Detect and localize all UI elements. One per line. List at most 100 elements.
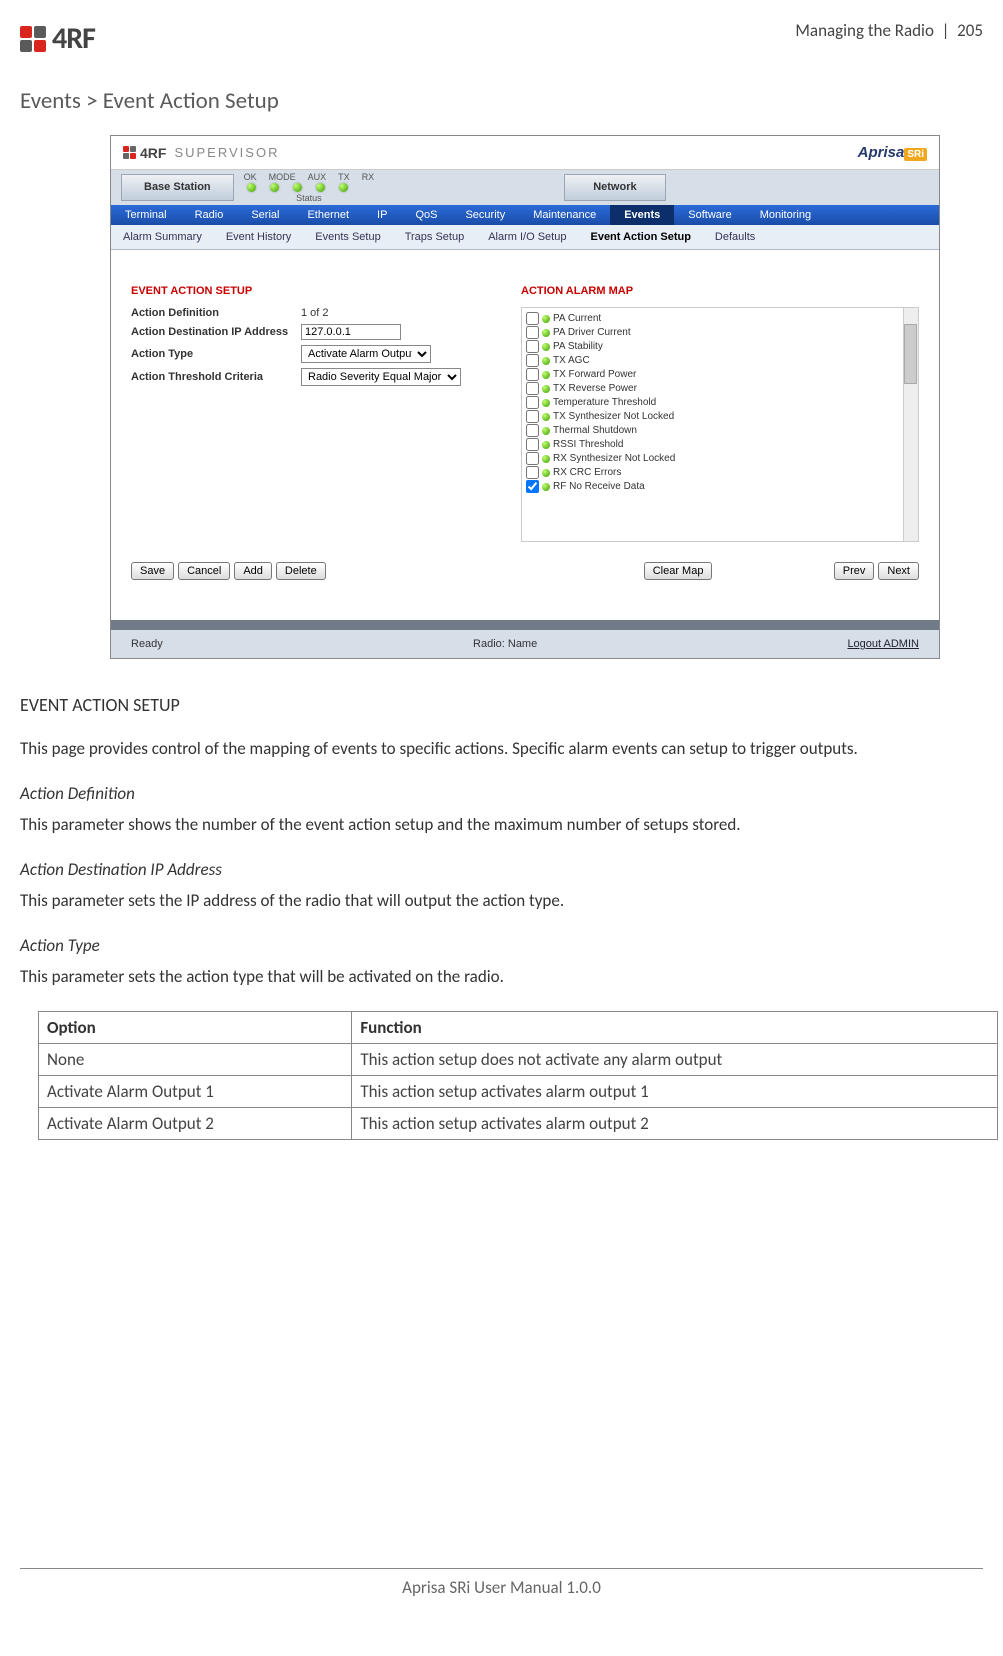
subtab-traps-setup[interactable]: Traps Setup (393, 228, 477, 246)
tab-terminal[interactable]: Terminal (111, 205, 181, 225)
alarm-checkbox[interactable] (526, 424, 539, 437)
ss-setup-title: EVENT ACTION SETUP (131, 285, 471, 297)
ss-device-button[interactable]: Base Station (121, 174, 234, 201)
alarm-map-item[interactable]: TX Forward Power (526, 368, 914, 381)
tab-ip[interactable]: IP (363, 205, 401, 225)
alarm-checkbox[interactable] (526, 396, 539, 409)
status-dot-icon (542, 427, 550, 435)
status-dot-icon (542, 441, 550, 449)
ss-left-panel: EVENT ACTION SETUP Action Definition 1 o… (131, 285, 471, 542)
ss-footer-status: Ready Radio: Name Logout ADMIN (111, 630, 939, 658)
subtab-alarm-i-o-setup[interactable]: Alarm I/O Setup (476, 228, 578, 246)
tab-monitoring[interactable]: Monitoring (746, 205, 825, 225)
thresh-select[interactable]: Radio Severity Equal Major (301, 368, 461, 386)
status-dot-icon (542, 315, 550, 323)
tab-maintenance[interactable]: Maintenance (519, 205, 610, 225)
alarm-map-item[interactable]: PA Stability (526, 340, 914, 353)
subtab-alarm-summary[interactable]: Alarm Summary (111, 228, 214, 246)
subtab-events-setup[interactable]: Events Setup (303, 228, 392, 246)
prev-button[interactable]: Prev (834, 562, 875, 580)
alarm-map-item[interactable]: TX Synthesizer Not Locked (526, 410, 914, 423)
ss-sub-tabs: Alarm SummaryEvent HistoryEvents SetupTr… (111, 225, 939, 250)
subtab-event-action-setup[interactable]: Event Action Setup (578, 228, 702, 246)
status-dot-icon (542, 469, 550, 477)
alarm-checkbox[interactable] (526, 410, 539, 423)
logo-4rf: 4RF (20, 20, 95, 57)
alarm-checkbox[interactable] (526, 480, 539, 493)
alarm-label: RF No Receive Data (553, 481, 645, 492)
alarm-checkbox[interactable] (526, 354, 539, 367)
ss-ready-label: Ready (131, 638, 163, 650)
scroll-thumb[interactable] (904, 324, 917, 384)
status-dot-icon (542, 483, 550, 491)
alarm-map-item[interactable]: Thermal Shutdown (526, 424, 914, 437)
status-dot-icon (542, 343, 550, 351)
delete-button[interactable]: Delete (276, 562, 326, 580)
logout-link[interactable]: Logout ADMIN (847, 638, 919, 650)
alarm-label: TX Forward Power (553, 369, 636, 380)
alarm-map-item[interactable]: RX CRC Errors (526, 466, 914, 479)
scrollbar[interactable] (903, 308, 918, 541)
action-type-table: Option Function None This action setup d… (38, 1011, 998, 1140)
alarm-checkbox[interactable] (526, 382, 539, 395)
next-button[interactable]: Next (878, 562, 919, 580)
save-button[interactable]: Save (131, 562, 174, 580)
param-desc-ip: This parameter sets the IP address of th… (20, 890, 983, 913)
alarm-checkbox[interactable] (526, 452, 539, 465)
tab-qos[interactable]: QoS (401, 205, 451, 225)
tab-ethernet[interactable]: Ethernet (293, 205, 363, 225)
alarm-map-item[interactable]: RX Synthesizer Not Locked (526, 452, 914, 465)
ss-aprisa-logo: AprisaSRi (858, 144, 927, 161)
alarm-map-item[interactable]: TX Reverse Power (526, 382, 914, 395)
alarm-checkbox[interactable] (526, 312, 539, 325)
ss-titlebar: 4RF SUPERVISOR AprisaSRi (111, 136, 939, 170)
header-section: Managing the Radio (795, 20, 934, 41)
ss-network-button[interactable]: Network (564, 174, 665, 201)
alarm-label: TX Reverse Power (553, 383, 637, 394)
td-option: Activate Alarm Output 2 (39, 1107, 352, 1139)
alarm-map-item[interactable]: TX AGC (526, 354, 914, 367)
tab-radio[interactable]: Radio (181, 205, 238, 225)
footer-text: Aprisa SRi User Manual 1.0.0 (402, 1577, 601, 1598)
tab-security[interactable]: Security (451, 205, 519, 225)
alarm-checkbox[interactable] (526, 368, 539, 381)
tab-events[interactable]: Events (610, 205, 674, 225)
clear-map-button[interactable]: Clear Map (644, 562, 713, 580)
td-option: Activate Alarm Output 1 (39, 1075, 352, 1107)
ss-map-title: ACTION ALARM MAP (521, 285, 919, 297)
alarm-map-item[interactable]: RF No Receive Data (526, 480, 914, 493)
alarm-map-item[interactable]: PA Driver Current (526, 326, 914, 339)
tab-serial[interactable]: Serial (237, 205, 293, 225)
ss-supervisor-label: SUPERVISOR (174, 145, 279, 160)
ip-input[interactable] (301, 324, 401, 340)
ss-body: EVENT ACTION SETUP Action Definition 1 o… (111, 250, 939, 552)
th-option: Option (39, 1011, 352, 1043)
alarm-checkbox[interactable] (526, 326, 539, 339)
alarm-checkbox[interactable] (526, 340, 539, 353)
cancel-button[interactable]: Cancel (178, 562, 230, 580)
alarm-map-item[interactable]: PA Current (526, 312, 914, 325)
status-dot-icon (542, 399, 550, 407)
led-mode-icon (270, 183, 279, 192)
ss-footer-bar (111, 620, 939, 630)
alarm-map-listbox[interactable]: PA CurrentPA Driver CurrentPA Stability T… (521, 307, 919, 542)
tab-software[interactable]: Software (674, 205, 745, 225)
alarm-map-item[interactable]: Temperature Threshold (526, 396, 914, 409)
ss-logo: 4RF SUPERVISOR (123, 145, 279, 161)
alarm-checkbox[interactable] (526, 466, 539, 479)
type-select[interactable]: Activate Alarm Output 1 (301, 345, 431, 363)
alarm-map-item[interactable]: RSSI Threshold (526, 438, 914, 451)
alarm-checkbox[interactable] (526, 438, 539, 451)
subtab-event-history[interactable]: Event History (214, 228, 303, 246)
th-function: Function (352, 1011, 998, 1043)
ss-led-panel: OK MODE AUX TX RX Status (244, 170, 375, 205)
led-label-tx: TX (338, 172, 350, 182)
alarm-label: TX AGC (553, 355, 590, 366)
td-function: This action setup activates alarm output… (352, 1107, 998, 1139)
page-header: 4RF Managing the Radio | 205 (20, 20, 983, 57)
led-label-rx: RX (362, 172, 375, 182)
add-button[interactable]: Add (234, 562, 272, 580)
led-label-mode: MODE (269, 172, 296, 182)
subtab-defaults[interactable]: Defaults (703, 228, 767, 246)
page-footer: Aprisa SRi User Manual 1.0.0 (0, 1568, 1003, 1598)
